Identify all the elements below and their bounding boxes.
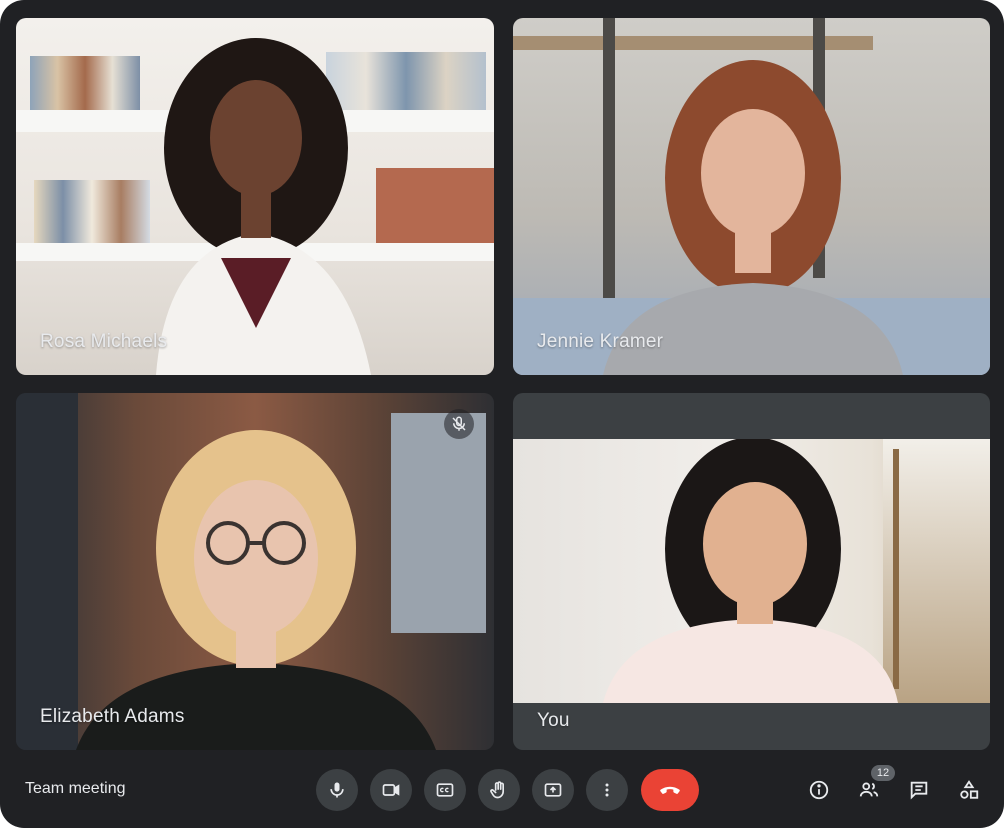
- camera-button[interactable]: [370, 769, 412, 811]
- books: [34, 180, 150, 243]
- participant-tile-self[interactable]: You: [513, 393, 990, 750]
- chat-icon: [908, 779, 930, 801]
- shapes-icon: [958, 779, 980, 801]
- people-icon: [858, 779, 880, 801]
- mic-icon: [327, 780, 347, 800]
- microphone-button[interactable]: [316, 769, 358, 811]
- meeting-details-button[interactable]: [806, 777, 832, 803]
- meeting-window: Rosa Michaels Jennie Kramer Elizabeth Ad…: [0, 0, 1004, 828]
- present-icon: [543, 780, 563, 800]
- participant-tile-jennie-kramer[interactable]: Jennie Kramer: [513, 18, 990, 375]
- meeting-title: Team meeting: [25, 780, 126, 797]
- control-bar: Team meeting 12: [0, 760, 1004, 820]
- self-video: [513, 439, 990, 703]
- camera-icon: [381, 780, 401, 800]
- captions-button[interactable]: [424, 769, 466, 811]
- participant-tile-rosa-michaels[interactable]: Rosa Michaels: [16, 18, 494, 375]
- mic-off-icon: [444, 409, 474, 439]
- participant-video-rosa: [136, 28, 396, 375]
- hand-icon: [489, 780, 509, 800]
- books: [30, 56, 140, 110]
- participant-video-elizabeth: [76, 413, 456, 750]
- phone-hangup-icon: [657, 777, 683, 803]
- participant-name: Elizabeth Adams: [40, 706, 185, 727]
- raise-hand-button[interactable]: [478, 769, 520, 811]
- participant-name: You: [537, 710, 570, 731]
- more-vert-icon: [597, 780, 617, 800]
- participant-name: Jennie Kramer: [537, 331, 664, 352]
- chat-button[interactable]: [906, 777, 932, 803]
- info-icon: [808, 779, 830, 801]
- activities-button[interactable]: [956, 777, 982, 803]
- more-options-button[interactable]: [586, 769, 628, 811]
- participant-tile-elizabeth-adams[interactable]: Elizabeth Adams: [16, 393, 494, 750]
- window-frame: [16, 393, 78, 750]
- participant-count-badge: 12: [871, 765, 895, 781]
- present-button[interactable]: [532, 769, 574, 811]
- end-call-button[interactable]: [641, 769, 699, 811]
- participant-name: Rosa Michaels: [40, 331, 168, 352]
- participant-video-jennie: [603, 58, 903, 375]
- captions-icon: [435, 780, 455, 800]
